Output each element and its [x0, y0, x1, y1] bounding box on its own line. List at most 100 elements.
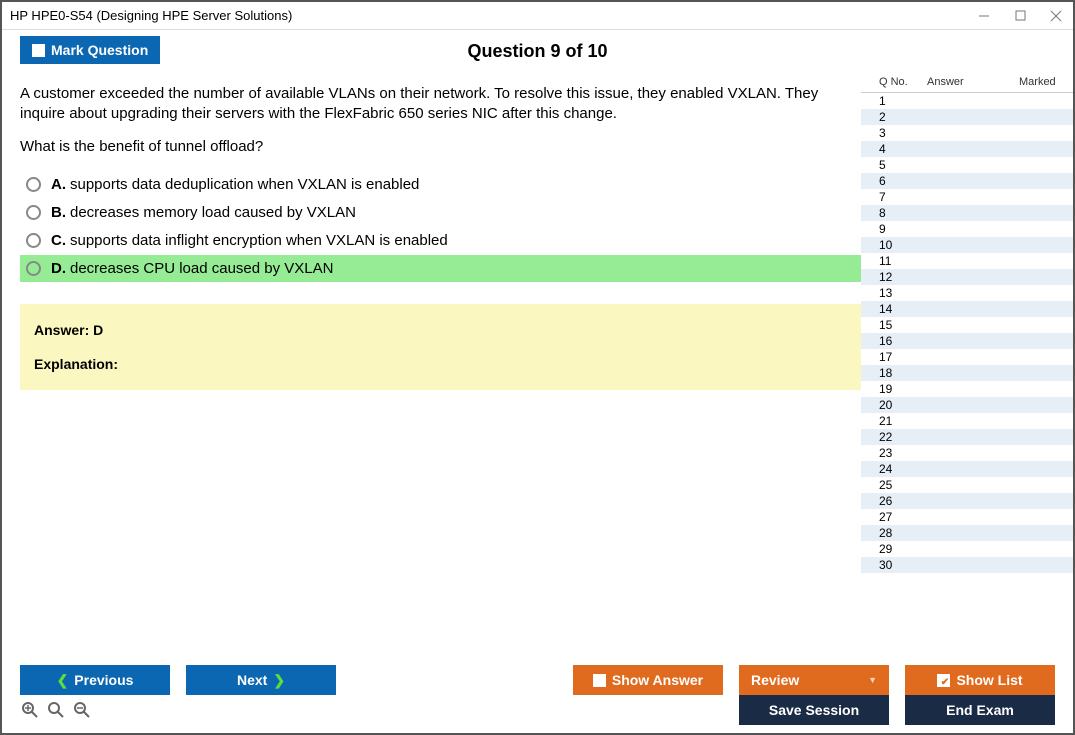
list-item[interactable]: 8 — [861, 205, 1073, 221]
list-item[interactable]: 23 — [861, 445, 1073, 461]
review-button[interactable]: Review ▼ — [739, 665, 889, 695]
zoom-reset-icon[interactable] — [20, 700, 40, 720]
window-title: HP HPE0-S54 (Designing HPE Server Soluti… — [10, 8, 975, 23]
main-column: A customer exceeded the number of availa… — [2, 72, 861, 657]
body: A customer exceeded the number of availa… — [2, 72, 1073, 657]
list-item[interactable]: 1 — [861, 93, 1073, 109]
question-number: Question 9 of 10 — [2, 41, 1073, 62]
minimize-icon[interactable] — [975, 7, 993, 25]
show-answer-button[interactable]: Show Answer — [573, 665, 723, 695]
list-item[interactable]: 26 — [861, 493, 1073, 509]
header: Mark Question Question 9 of 10 — [2, 30, 1073, 72]
titlebar: HP HPE0-S54 (Designing HPE Server Soluti… — [2, 2, 1073, 30]
question-number-cell: 16 — [879, 334, 909, 348]
window-controls — [975, 7, 1065, 25]
zoom-out-icon[interactable] — [72, 700, 92, 720]
checkbox-checked-icon — [937, 674, 950, 687]
chevron-right-icon: ❯ — [273, 672, 285, 689]
col-qno: Q No. — [879, 76, 927, 88]
list-item[interactable]: 30 — [861, 557, 1073, 573]
end-exam-label: End Exam — [946, 702, 1014, 718]
show-list-button[interactable]: Show List — [905, 665, 1055, 695]
save-session-button[interactable]: Save Session — [739, 695, 889, 725]
radio-icon — [26, 205, 41, 220]
question-number-cell: 12 — [879, 270, 909, 284]
question-number-cell: 13 — [879, 286, 909, 300]
list-item[interactable]: 3 — [861, 125, 1073, 141]
next-button[interactable]: Next ❯ — [186, 665, 336, 695]
col-marked: Marked — [1019, 76, 1069, 88]
question-number-cell: 5 — [879, 158, 909, 172]
close-icon[interactable] — [1047, 7, 1065, 25]
list-item[interactable]: 22 — [861, 429, 1073, 445]
question-number-cell: 1 — [879, 94, 909, 108]
answer-label: Answer: D — [34, 322, 847, 338]
list-item[interactable]: 16 — [861, 333, 1073, 349]
question-number-cell: 28 — [879, 526, 909, 540]
question-number-cell: 24 — [879, 462, 909, 476]
list-item[interactable]: 6 — [861, 173, 1073, 189]
list-item[interactable]: 11 — [861, 253, 1073, 269]
question-number-cell: 25 — [879, 478, 909, 492]
list-item[interactable]: 13 — [861, 285, 1073, 301]
list-item[interactable]: 14 — [861, 301, 1073, 317]
list-item[interactable]: 29 — [861, 541, 1073, 557]
options-list: A. supports data deduplication when VXLA… — [20, 171, 861, 282]
radio-icon — [26, 233, 41, 248]
previous-button[interactable]: ❮ Previous — [20, 665, 170, 695]
chevron-down-icon: ▼ — [868, 675, 877, 685]
col-answer: Answer — [927, 76, 1019, 88]
list-item[interactable]: 2 — [861, 109, 1073, 125]
zoom-in-icon[interactable] — [46, 700, 66, 720]
list-item[interactable]: 27 — [861, 509, 1073, 525]
option-letter: D. — [51, 260, 66, 277]
zoom-controls — [20, 700, 92, 720]
list-item[interactable]: 28 — [861, 525, 1073, 541]
list-item[interactable]: 18 — [861, 365, 1073, 381]
question-number-cell: 27 — [879, 510, 909, 524]
list-item[interactable]: 21 — [861, 413, 1073, 429]
maximize-icon[interactable] — [1011, 7, 1029, 25]
list-item[interactable]: 5 — [861, 157, 1073, 173]
side-header: Q No. Answer Marked — [861, 72, 1073, 92]
list-item[interactable]: 10 — [861, 237, 1073, 253]
footer-row-1: ❮ Previous Next ❯ Show Answer Review ▼ S… — [20, 665, 1055, 695]
list-item[interactable]: 19 — [861, 381, 1073, 397]
question-number-cell: 6 — [879, 174, 909, 188]
question-number-cell: 15 — [879, 318, 909, 332]
question-number-cell: 4 — [879, 142, 909, 156]
radio-icon — [26, 261, 41, 276]
question-number-cell: 14 — [879, 302, 909, 316]
option-row[interactable]: B. decreases memory load caused by VXLAN — [20, 199, 861, 226]
question-number-cell: 7 — [879, 190, 909, 204]
question-number-cell: 8 — [879, 206, 909, 220]
option-letter: C. — [51, 232, 66, 249]
question-number-cell: 21 — [879, 414, 909, 428]
option-row[interactable]: A. supports data deduplication when VXLA… — [20, 171, 861, 198]
mark-question-button[interactable]: Mark Question — [20, 36, 160, 64]
list-item[interactable]: 4 — [861, 141, 1073, 157]
question-number-cell: 20 — [879, 398, 909, 412]
question-number-cell: 29 — [879, 542, 909, 556]
option-row[interactable]: D. decreases CPU load caused by VXLAN — [20, 255, 861, 282]
chevron-left-icon: ❮ — [57, 672, 69, 689]
list-item[interactable]: 25 — [861, 477, 1073, 493]
question-list[interactable]: 1234567891011121314151617181920212223242… — [861, 92, 1073, 657]
list-item[interactable]: 12 — [861, 269, 1073, 285]
list-item[interactable]: 9 — [861, 221, 1073, 237]
question-text: A customer exceeded the number of availa… — [20, 84, 861, 157]
end-exam-button[interactable]: End Exam — [905, 695, 1055, 725]
list-item[interactable]: 15 — [861, 317, 1073, 333]
option-text: decreases memory load caused by VXLAN — [70, 204, 356, 221]
option-text: supports data inflight encryption when V… — [70, 232, 448, 249]
option-row[interactable]: C. supports data inflight encryption whe… — [20, 227, 861, 254]
list-item[interactable]: 20 — [861, 397, 1073, 413]
list-item[interactable]: 7 — [861, 189, 1073, 205]
mark-question-label: Mark Question — [51, 42, 148, 58]
show-list-label: Show List — [956, 672, 1022, 688]
question-para-1: A customer exceeded the number of availa… — [20, 84, 861, 123]
explanation-label: Explanation: — [34, 356, 847, 372]
list-item[interactable]: 24 — [861, 461, 1073, 477]
list-item[interactable]: 17 — [861, 349, 1073, 365]
question-number-cell: 22 — [879, 430, 909, 444]
